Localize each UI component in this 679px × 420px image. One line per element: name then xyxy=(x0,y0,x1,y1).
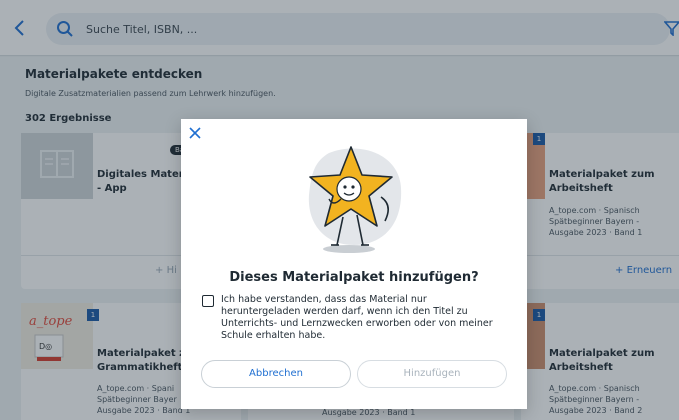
checkbox-label: Ich habe verstanden, dass das Material n… xyxy=(221,294,493,341)
add-button[interactable]: Hinzufügen xyxy=(357,360,507,388)
add-material-dialog: Dieses Materialpaket hinzufügen? Ich hab… xyxy=(181,119,527,409)
close-icon[interactable] xyxy=(187,125,203,141)
dialog-title: Dieses Materialpaket hinzufügen? xyxy=(229,270,479,285)
confirm-checkbox[interactable] xyxy=(202,295,214,307)
cancel-button[interactable]: Abbrechen xyxy=(201,360,351,388)
star-mascot-icon xyxy=(308,146,402,253)
